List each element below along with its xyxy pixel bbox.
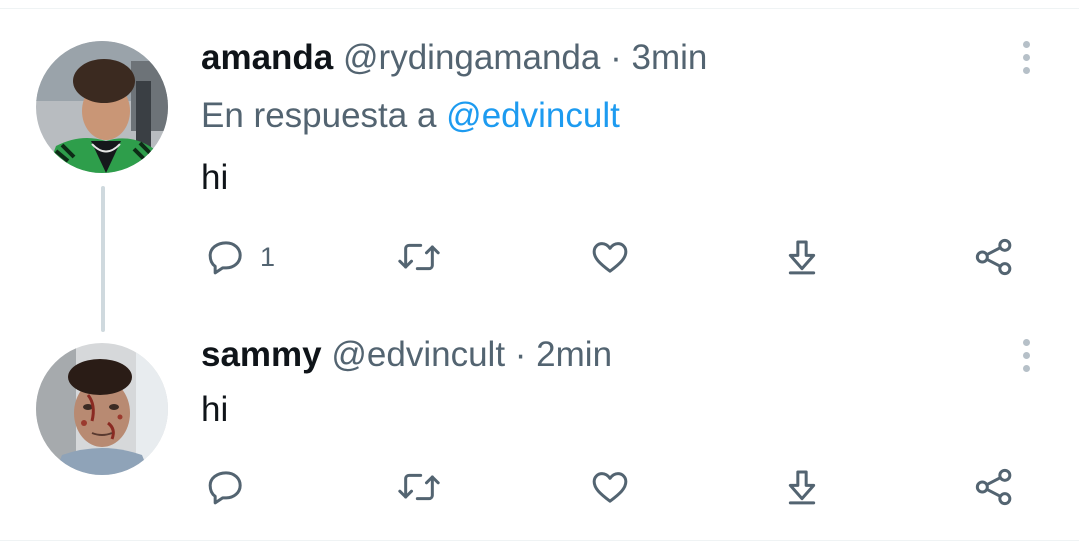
thread-connector-line	[101, 186, 105, 332]
share-icon	[975, 238, 1012, 276]
separator-dot: ·	[514, 335, 527, 374]
retweet-button[interactable]	[396, 467, 442, 507]
tweet-text: hi	[201, 390, 229, 429]
reply-button[interactable]	[206, 467, 260, 507]
tweet-time[interactable]: 2min	[536, 335, 612, 374]
author-handle[interactable]: @edvincult	[331, 335, 505, 374]
download-button[interactable]	[782, 237, 822, 277]
download-icon	[788, 240, 816, 275]
share-button[interactable]	[974, 237, 1014, 277]
reply-button[interactable]: 1	[206, 237, 275, 277]
separator-dot: ·	[610, 38, 622, 77]
top-divider	[0, 8, 1079, 9]
tweet-header: amanda @rydingamanda · 3min	[201, 38, 707, 78]
like-button[interactable]	[590, 237, 630, 277]
author-name[interactable]: sammy	[201, 335, 322, 374]
tweet-time[interactable]: 3min	[631, 38, 707, 77]
share-icon	[975, 468, 1012, 506]
reply-icon	[208, 241, 242, 275]
avatar-amanda[interactable]	[36, 41, 168, 173]
heart-icon	[592, 472, 628, 503]
reply-icon	[208, 471, 242, 505]
download-button[interactable]	[782, 467, 822, 507]
share-button[interactable]	[974, 467, 1014, 507]
reply-mention-link[interactable]: @edvincult	[446, 96, 620, 135]
avatar-sammy[interactable]	[36, 343, 168, 475]
heart-icon	[592, 242, 628, 273]
reply-prefix: En respuesta a	[201, 96, 437, 135]
bottom-divider	[0, 540, 1079, 541]
retweet-icon	[398, 473, 440, 501]
author-handle[interactable]: @rydingamanda	[343, 38, 600, 77]
more-vertical-icon[interactable]	[1014, 335, 1038, 375]
reply-count: 1	[260, 242, 276, 272]
reply-context: En respuesta a @edvincult	[201, 96, 620, 136]
tweet-header: sammy @edvincult · 2min	[201, 335, 612, 375]
author-name[interactable]: amanda	[201, 38, 333, 77]
retweet-button[interactable]	[396, 237, 442, 277]
like-button[interactable]	[590, 467, 630, 507]
download-icon	[788, 470, 816, 505]
more-vertical-icon[interactable]	[1014, 37, 1038, 77]
tweet-text: hi	[201, 158, 229, 197]
retweet-icon	[398, 243, 440, 271]
